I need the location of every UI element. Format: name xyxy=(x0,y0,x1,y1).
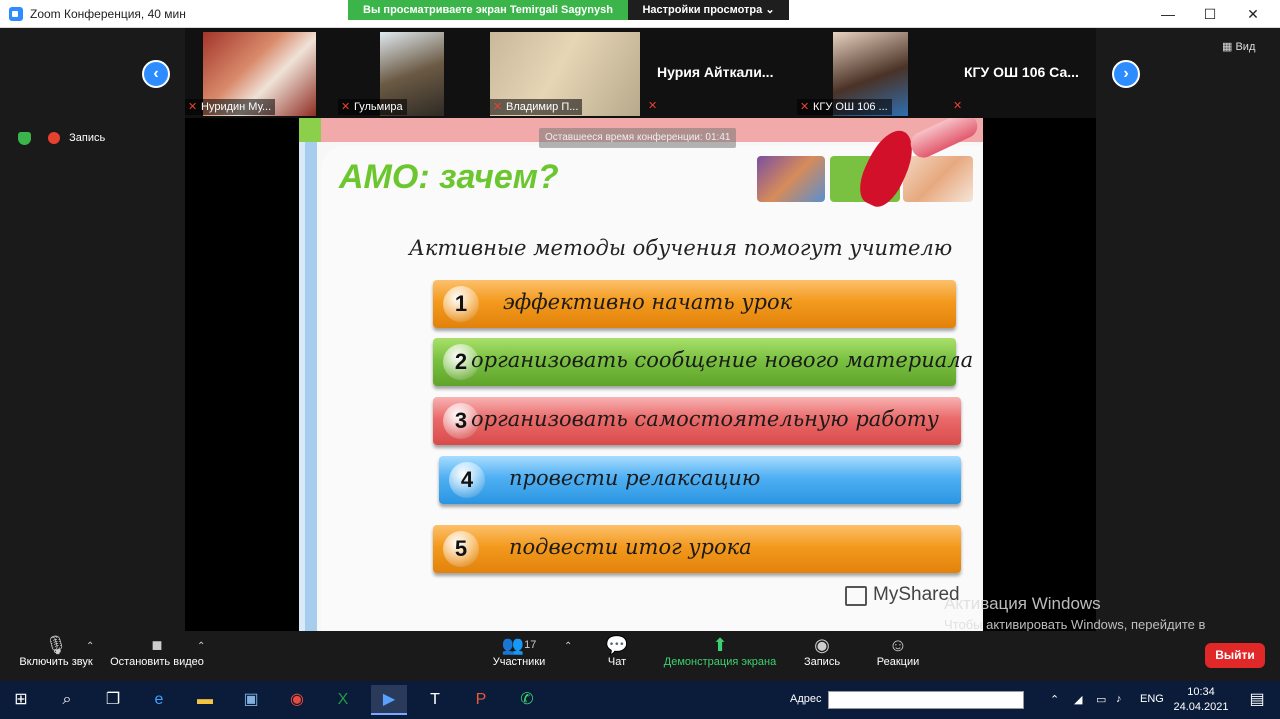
participant-name-label: ✕ Гульмира xyxy=(338,99,407,115)
language-indicator[interactable]: ENG xyxy=(1140,693,1164,705)
shield-icon xyxy=(18,131,31,145)
mic-muted-icon: ✕ xyxy=(953,100,963,112)
participants-count: 17 xyxy=(524,639,537,651)
unmute-button[interactable]: 🎙 Включить звук xyxy=(14,631,98,681)
participant-tile[interactable]: ✕ Гульмира xyxy=(338,30,444,118)
minimize-button[interactable]: — xyxy=(1158,4,1178,24)
participants-icon: 👥 xyxy=(501,635,525,655)
item-text: организовать сообщение нового материала xyxy=(471,348,974,372)
record-icon: ◉ xyxy=(814,635,830,655)
file-explorer-icon[interactable]: ▬ xyxy=(190,685,220,715)
slide-decoration-image xyxy=(903,156,973,202)
participant-tile[interactable]: ✕ Владимир П... xyxy=(490,30,640,118)
battery-icon[interactable]: ▭ xyxy=(1096,693,1106,706)
typography-app-icon[interactable]: T xyxy=(420,685,450,715)
leave-meeting-button[interactable]: Выйти xyxy=(1205,643,1265,668)
reactions-button[interactable]: ☺ Реакции xyxy=(872,631,924,681)
left-rail xyxy=(0,28,185,631)
presentation-slide: АМО: зачем? Оставшееся время конференции… xyxy=(299,118,983,631)
video-options-caret[interactable]: ⌃ xyxy=(197,641,205,652)
recording-indicator: Запись xyxy=(18,130,105,146)
view-button[interactable]: ▦ Вид xyxy=(1222,38,1270,56)
mic-muted-icon: ✕ xyxy=(188,101,198,113)
windows-start-icon[interactable]: ⊞ xyxy=(6,685,36,715)
participant-name-text[interactable]: Нурия Айткали... xyxy=(657,64,773,80)
mic-muted-icon: ✕ xyxy=(800,101,810,113)
volume-icon[interactable]: ♪ xyxy=(1116,693,1122,705)
address-input[interactable] xyxy=(828,691,1024,709)
next-page-button[interactable]: › xyxy=(1112,60,1140,88)
powerpoint-icon[interactable]: P xyxy=(466,685,496,715)
excel-icon[interactable]: X xyxy=(328,685,358,715)
view-options-button[interactable]: Настройки просмотра ⌄ xyxy=(628,0,789,20)
screen-share-banner: Вы просматриваете экран Temirgali Sagyny… xyxy=(348,0,628,20)
stop-video-button[interactable]: ■ Остановить видео xyxy=(106,631,208,681)
clock-time: 10:34 xyxy=(1187,686,1215,698)
chrome-icon[interactable]: ◉ xyxy=(282,685,312,715)
item-text: подвести итог урока xyxy=(509,535,752,559)
prev-page-button[interactable]: ‹ xyxy=(142,60,170,88)
record-dot-icon xyxy=(48,132,61,145)
participant-name-label: ✕ КГУ ОШ 106 ... xyxy=(797,99,892,115)
item-number-badge: 4 xyxy=(449,462,485,498)
item-text: провести релаксацию xyxy=(509,466,761,490)
notifications-icon[interactable]: ▤ xyxy=(1242,685,1272,715)
window-title: Zoom Конференция, 40 мин xyxy=(30,7,186,21)
mic-muted-icon: ✕ xyxy=(648,100,658,112)
slide-list-item: 3 организовать самостоятельную работу xyxy=(433,397,961,445)
edge-browser-icon[interactable]: e xyxy=(144,685,174,715)
zoom-taskbar-icon[interactable]: ▶ xyxy=(371,685,407,715)
wifi-icon[interactable]: ◢ xyxy=(1074,693,1082,706)
slide-title: АМО: зачем? xyxy=(339,158,559,196)
taskbar-clock[interactable]: 10:34 24.04.2021 xyxy=(1170,685,1232,715)
address-label: Адрес xyxy=(790,693,822,705)
record-button[interactable]: ◉ Запись xyxy=(800,631,844,681)
tray-expand-icon[interactable]: ⌃ xyxy=(1050,693,1059,706)
participant-tile[interactable]: ✕ Нуридин Му... xyxy=(185,30,316,118)
participants-options-caret[interactable]: ⌃ xyxy=(564,641,572,652)
participant-name-label: ✕ Нуридин Му... xyxy=(185,99,276,115)
time-remaining-badge: Оставшееся время конференции: 01:41 xyxy=(539,128,737,148)
video-camera-icon: ■ xyxy=(151,635,163,655)
slide-list-item: 4 провести релаксацию xyxy=(439,456,961,504)
zoom-logo-icon xyxy=(9,7,23,21)
mic-muted-icon: ✕ xyxy=(493,101,503,113)
slide-decoration-image xyxy=(757,156,825,202)
slide-subtitle: Активные методы обучения помогут учителю xyxy=(409,236,953,260)
search-icon[interactable]: ⌕ xyxy=(52,685,82,715)
right-rail xyxy=(1096,118,1280,631)
mic-muted-icon: ✕ xyxy=(341,101,351,113)
recording-label: Запись xyxy=(69,132,106,144)
participant-tile[interactable]: ✕ КГУ ОШ 106 ... xyxy=(797,30,908,118)
participants-button[interactable]: 👥17 Участники xyxy=(488,631,550,681)
audio-options-caret[interactable]: ⌃ xyxy=(86,641,94,652)
slide-list-item: 1 эффективно начать урок xyxy=(433,280,956,328)
chat-bubble-icon: 💬 xyxy=(605,635,629,655)
control-panel-icon[interactable]: ▣ xyxy=(236,685,266,715)
slide-left-band-accent xyxy=(299,142,305,631)
item-number-badge: 5 xyxy=(443,531,479,567)
share-screen-button[interactable]: ⬆ Демонстрация экрана xyxy=(660,631,780,681)
windows-activation-title: Активация Windows xyxy=(944,594,1101,613)
task-view-icon[interactable]: ❐ xyxy=(98,685,128,715)
close-window-button[interactable]: ✕ xyxy=(1243,4,1263,24)
share-screen-icon: ⬆ xyxy=(712,635,728,655)
slide-list-item: 5 подвести итог урока xyxy=(433,525,961,573)
clock-date: 24.04.2021 xyxy=(1173,701,1229,713)
participant-name-label: ✕ Владимир П... xyxy=(490,99,583,115)
reaction-smiley-icon: ☺ xyxy=(888,635,908,655)
participant-name-text[interactable]: КГУ ОШ 106 Са... xyxy=(964,64,1079,80)
item-text: организовать самостоятельную работу xyxy=(471,407,939,431)
slide-list-item: 2 организовать сообщение нового материал… xyxy=(433,338,973,386)
chat-button[interactable]: 💬 Чат xyxy=(597,631,637,681)
maximize-button[interactable]: ☐ xyxy=(1200,4,1220,24)
item-number-badge: 1 xyxy=(443,286,479,322)
item-text: эффективно начать урок xyxy=(503,290,793,314)
slide-top-band-accent xyxy=(299,118,321,142)
myshared-logo-icon xyxy=(845,586,867,606)
whatsapp-icon[interactable]: ✆ xyxy=(512,685,542,715)
grid-icon: ▦ xyxy=(1222,41,1233,53)
